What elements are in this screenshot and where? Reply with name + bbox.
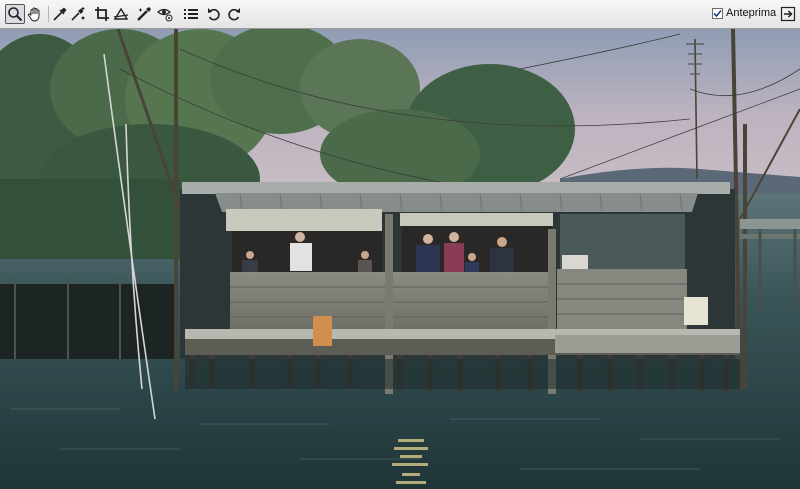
retouch-icon bbox=[137, 7, 151, 21]
rotate-left-icon bbox=[208, 8, 220, 21]
rotate-left-button[interactable] bbox=[204, 4, 224, 24]
toolbar-separator bbox=[48, 6, 49, 22]
fence bbox=[0, 284, 175, 359]
fishing-hut bbox=[180, 182, 740, 394]
preview-label: Anteprima bbox=[726, 7, 777, 19]
color-sampler-tool-button[interactable] bbox=[68, 4, 88, 24]
retouch-tool-button[interactable] bbox=[134, 4, 154, 24]
hand-icon bbox=[28, 7, 40, 22]
photo bbox=[0, 29, 800, 489]
hand-tool-button[interactable] bbox=[25, 4, 45, 24]
color-sampler-icon bbox=[71, 7, 85, 21]
preferences-tool-button[interactable] bbox=[181, 4, 201, 24]
camera-raw-toolbar: Anteprima bbox=[0, 0, 800, 29]
rotate-right-button[interactable] bbox=[224, 4, 244, 24]
straighten-tool-button[interactable] bbox=[111, 4, 131, 24]
straighten-icon bbox=[113, 7, 129, 20]
preview-checkbox[interactable] bbox=[712, 8, 723, 19]
red-eye-tool-button[interactable] bbox=[155, 4, 175, 24]
photo-preview-canvas[interactable] bbox=[0, 29, 800, 489]
rotate-right-icon bbox=[228, 8, 240, 21]
crop-icon bbox=[95, 7, 109, 21]
fullscreen-button[interactable] bbox=[778, 4, 798, 24]
checkmark-icon bbox=[713, 9, 722, 18]
preferences-list-icon bbox=[184, 9, 198, 19]
white-balance-tool-button[interactable] bbox=[50, 4, 70, 24]
crop-tool-button[interactable] bbox=[92, 4, 112, 24]
zoom-tool-button[interactable] bbox=[5, 4, 25, 24]
red-eye-icon bbox=[157, 8, 173, 22]
eyedropper-icon bbox=[53, 7, 67, 21]
zoom-icon bbox=[8, 7, 23, 22]
fullscreen-icon bbox=[780, 6, 796, 22]
